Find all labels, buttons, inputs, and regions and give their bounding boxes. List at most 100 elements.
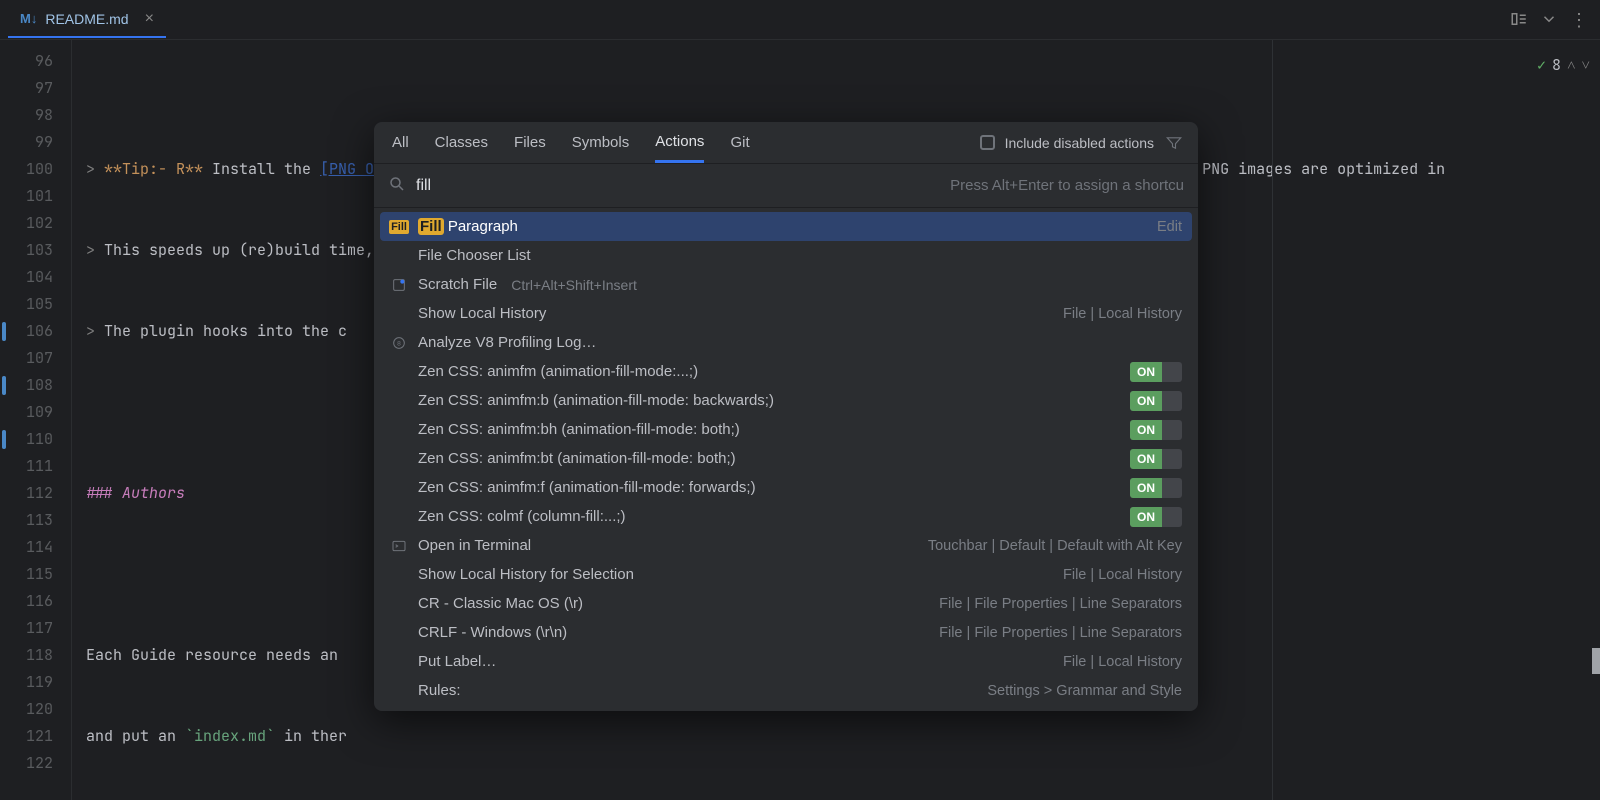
- result-row[interactable]: Open in Terminal Touchbar | Default | Def…: [380, 531, 1192, 560]
- result-row[interactable]: Zen CSS: animfm (animation-fill-mode:...…: [380, 357, 1192, 386]
- md-quote: >: [86, 240, 104, 260]
- md-heading-marker: ###: [86, 483, 122, 503]
- result-label: Open in Terminal: [418, 537, 531, 554]
- popup-tab-classes[interactable]: Classes: [435, 122, 488, 163]
- result-meta: Settings > Grammar and Style: [987, 683, 1182, 699]
- line-number: 111: [0, 453, 71, 480]
- line-number: 99: [0, 129, 71, 156]
- include-disabled-label: Include disabled actions: [1005, 135, 1154, 151]
- editor-tab-readme[interactable]: M↓ README.md ×: [8, 2, 166, 38]
- toggle-switch[interactable]: ON: [1130, 420, 1182, 440]
- popup-tab-files[interactable]: Files: [514, 122, 546, 163]
- popup-tab-symbols[interactable]: Symbols: [572, 122, 630, 163]
- popup-tab-all[interactable]: All: [392, 122, 409, 163]
- result-meta: File | Local History: [1063, 567, 1182, 583]
- result-label: Show Local History: [418, 305, 546, 322]
- search-hint: Press Alt+Enter to assign a shortcu: [950, 177, 1184, 194]
- line-number: 103: [0, 237, 71, 264]
- md-text: The plugin hooks into the c: [104, 321, 347, 341]
- line-number: 119: [0, 669, 71, 696]
- popup-tab-actions[interactable]: Actions: [655, 122, 704, 163]
- popup-tab-bar: All Classes Files Symbols Actions Git Include…: [374, 122, 1198, 164]
- inspection-widget[interactable]: ✓ 8 ˄ ˅: [1527, 48, 1600, 83]
- result-label: Show Local History for Selection: [418, 566, 634, 583]
- result-meta: File | Local History: [1063, 306, 1182, 322]
- line-number: 122: [0, 750, 71, 777]
- result-label: Put Label…: [418, 653, 496, 670]
- svg-text:8: 8: [397, 340, 401, 347]
- close-tab-icon[interactable]: ×: [145, 10, 154, 28]
- toggle-switch[interactable]: ON: [1130, 391, 1182, 411]
- result-label: Zen CSS: animfm:f (animation-fill-mode: …: [418, 479, 756, 496]
- result-meta: File | Local History: [1063, 654, 1182, 670]
- toggle-switch[interactable]: ON: [1130, 362, 1182, 382]
- tab-filename-label: README.md: [45, 11, 128, 27]
- md-text: Install the: [203, 159, 320, 179]
- result-meta: File | File Properties | Line Separators: [939, 625, 1182, 641]
- markdown-icon: M↓: [20, 11, 37, 26]
- line-number: 98: [0, 102, 71, 129]
- result-row[interactable]: Put Label… File | Local History: [380, 647, 1192, 676]
- result-shortcut: Ctrl+Alt+Shift+Insert: [511, 277, 637, 293]
- inspection-up-icon[interactable]: ˄: [1567, 52, 1575, 79]
- popup-tab-git[interactable]: Git: [730, 122, 749, 163]
- result-row[interactable]: Zen CSS: animfm:b (animation-fill-mode: …: [380, 386, 1192, 415]
- result-row[interactable]: FillFill ParagraphEdit: [380, 212, 1192, 241]
- toggle-switch[interactable]: ON: [1130, 449, 1182, 469]
- chevron-down-icon[interactable]: [1540, 10, 1558, 31]
- result-row[interactable]: CRLF - Windows (\r\n) File | File Propert…: [380, 618, 1192, 647]
- line-number: 113: [0, 507, 71, 534]
- result-row[interactable]: Show Local History for Selection File | L…: [380, 560, 1192, 589]
- result-label: CRLF - Windows (\r\n): [418, 624, 567, 641]
- result-row[interactable]: 8Analyze V8 Profiling Log…: [380, 328, 1192, 357]
- result-row[interactable]: Rules: Settings > Grammar and Style: [380, 676, 1192, 705]
- result-label: Zen CSS: colmf (column-fill:...;): [418, 508, 626, 525]
- line-number: 115: [0, 561, 71, 588]
- result-label: File Chooser List: [418, 247, 531, 264]
- line-number: 110: [0, 426, 71, 453]
- line-number: 97: [0, 75, 71, 102]
- line-number: 102: [0, 210, 71, 237]
- popup-search-row: Press Alt+Enter to assign a shortcu: [374, 164, 1198, 208]
- result-label: Rules:: [418, 682, 461, 699]
- line-number: 112: [0, 480, 71, 507]
- line-number-gutter: 9697989910010110210310410510610710810911…: [0, 40, 72, 800]
- more-icon[interactable]: ⋮: [1570, 10, 1588, 31]
- line-number: 121: [0, 723, 71, 750]
- filter-icon[interactable]: [1164, 133, 1184, 153]
- result-label: Zen CSS: animfm:bt (animation-fill-mode:…: [418, 450, 736, 467]
- result-row[interactable]: Zen CSS: animfm:bt (animation-fill-mode:…: [380, 444, 1192, 473]
- line-number: 105: [0, 291, 71, 318]
- result-row[interactable]: Zen CSS: colmf (column-fill:...;) ON: [380, 502, 1192, 531]
- toggle-switch[interactable]: ON: [1130, 478, 1182, 498]
- result-row[interactable]: CR - Classic Mac OS (\r)File | File Prop…: [380, 589, 1192, 618]
- result-label: Fill Paragraph: [418, 218, 518, 235]
- result-row[interactable]: File Chooser List: [380, 241, 1192, 270]
- scrollbar-thumb[interactable]: [1592, 648, 1600, 674]
- md-inline-code: `index.md`: [185, 726, 275, 746]
- inspection-down-icon[interactable]: ˅: [1582, 52, 1590, 79]
- reader-mode-icon[interactable]: [1510, 10, 1528, 31]
- search-input[interactable]: [416, 177, 940, 195]
- line-number: 120: [0, 696, 71, 723]
- line-number: 107: [0, 345, 71, 372]
- result-row[interactable]: Scratch FileCtrl+Alt+Shift+Insert: [380, 270, 1192, 299]
- result-row[interactable]: Zen CSS: animfm:bh (animation-fill-mode:…: [380, 415, 1192, 444]
- line-number: 106: [0, 318, 71, 345]
- result-meta: Touchbar | Default | Default with Alt Ke…: [928, 538, 1182, 554]
- fill-badge-icon: Fill: [390, 220, 408, 234]
- inspection-ok-icon: ✓: [1537, 52, 1546, 79]
- result-row[interactable]: Zen CSS: animfm:f (animation-fill-mode: …: [380, 473, 1192, 502]
- md-heading: Authors: [122, 483, 185, 503]
- search-everywhere-popup: All Classes Files Symbols Actions Git Include…: [374, 122, 1198, 711]
- line-number: 114: [0, 534, 71, 561]
- result-row[interactable]: Show Local History File | Local History: [380, 299, 1192, 328]
- result-label: Zen CSS: animfm:bh (animation-fill-mode:…: [418, 421, 740, 438]
- toggle-switch[interactable]: ON: [1130, 507, 1182, 527]
- line-number: 100: [0, 156, 71, 183]
- line-number: 96: [0, 48, 71, 75]
- line-number: 108: [0, 372, 71, 399]
- editor-tab-bar: M↓ README.md × ⋮: [0, 0, 1600, 40]
- result-label: CR - Classic Mac OS (\r): [418, 595, 583, 612]
- include-disabled-checkbox[interactable]: [980, 135, 995, 150]
